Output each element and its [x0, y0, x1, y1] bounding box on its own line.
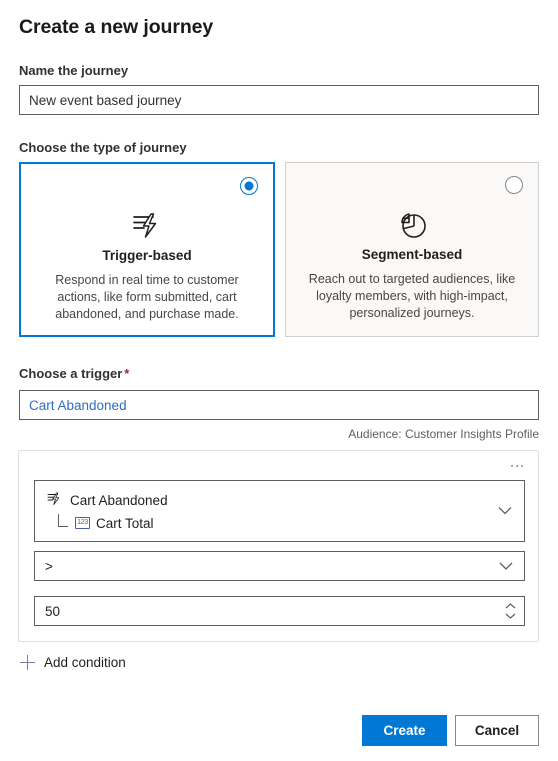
chevron-down-icon — [505, 613, 516, 619]
dot — [520, 464, 524, 468]
condition-value-text: 50 — [45, 603, 61, 619]
condition-source-row: Cart Abandoned — [46, 491, 168, 510]
create-button[interactable]: Create — [362, 715, 447, 746]
add-condition-label: Add condition — [44, 655, 126, 670]
condition-panel: Cart Abandoned 123 Cart Total > 50 — [18, 450, 539, 642]
lightning-lines-icon — [130, 209, 164, 243]
required-asterisk: * — [124, 366, 130, 381]
number-type-icon: 123 — [75, 517, 90, 529]
dot — [515, 464, 519, 468]
chevron-down-icon[interactable] — [499, 559, 513, 574]
radio-trigger-based[interactable] — [240, 177, 258, 195]
cancel-button[interactable]: Cancel — [455, 715, 539, 746]
radio-selected-dot — [244, 181, 254, 191]
pie-chart-icon — [396, 208, 428, 242]
page-title: Create a new journey — [19, 16, 214, 38]
tree-branch-icon — [58, 514, 68, 527]
journey-type-title: Trigger-based — [102, 248, 192, 263]
journey-type-description: Reach out to targeted audiences, like lo… — [308, 272, 516, 320]
trigger-selected-value: Cart Abandoned — [29, 397, 127, 413]
journey-type-title: Segment-based — [361, 247, 463, 262]
trigger-label: Choose a trigger * — [19, 366, 129, 381]
plus-icon — [20, 655, 35, 670]
journey-type-card-trigger-based[interactable]: Trigger-based Respond in real time to cu… — [19, 162, 275, 337]
add-condition-button[interactable]: Add condition — [20, 655, 126, 670]
condition-source-label: Cart Abandoned — [70, 493, 168, 508]
spinner-stepper[interactable] — [505, 603, 516, 619]
journey-name-input[interactable] — [19, 85, 539, 115]
journey-type-card-segment-based[interactable]: Segment-based Reach out to targeted audi… — [285, 162, 539, 337]
condition-field-row: 123 Cart Total — [58, 514, 154, 532]
journey-name-label: Name the journey — [19, 63, 129, 78]
journey-type-options: Trigger-based Respond in real time to cu… — [19, 162, 539, 337]
lightning-lines-icon — [46, 491, 63, 510]
audience-hint: Audience: Customer Insights Profile — [348, 427, 539, 441]
condition-operator-select[interactable]: > — [34, 551, 525, 581]
trigger-label-text: Choose a trigger — [19, 366, 123, 381]
trigger-input[interactable]: Cart Abandoned — [19, 390, 539, 420]
dot — [510, 464, 514, 468]
condition-operator-value: > — [45, 558, 53, 574]
condition-field-label: Cart Total — [96, 515, 154, 531]
condition-value-input[interactable]: 50 — [34, 596, 525, 626]
radio-segment-based[interactable] — [505, 176, 523, 194]
journey-type-description: Respond in real time to customer actions… — [55, 273, 239, 321]
chevron-down-icon[interactable] — [498, 502, 512, 520]
journey-type-label: Choose the type of journey — [19, 140, 187, 155]
condition-attribute-select[interactable]: Cart Abandoned 123 Cart Total — [34, 480, 525, 542]
overflow-menu-icon[interactable] — [506, 457, 528, 475]
create-journey-dialog: Create a new journey Name the journey Ch… — [0, 0, 558, 761]
chevron-up-icon — [505, 603, 516, 609]
